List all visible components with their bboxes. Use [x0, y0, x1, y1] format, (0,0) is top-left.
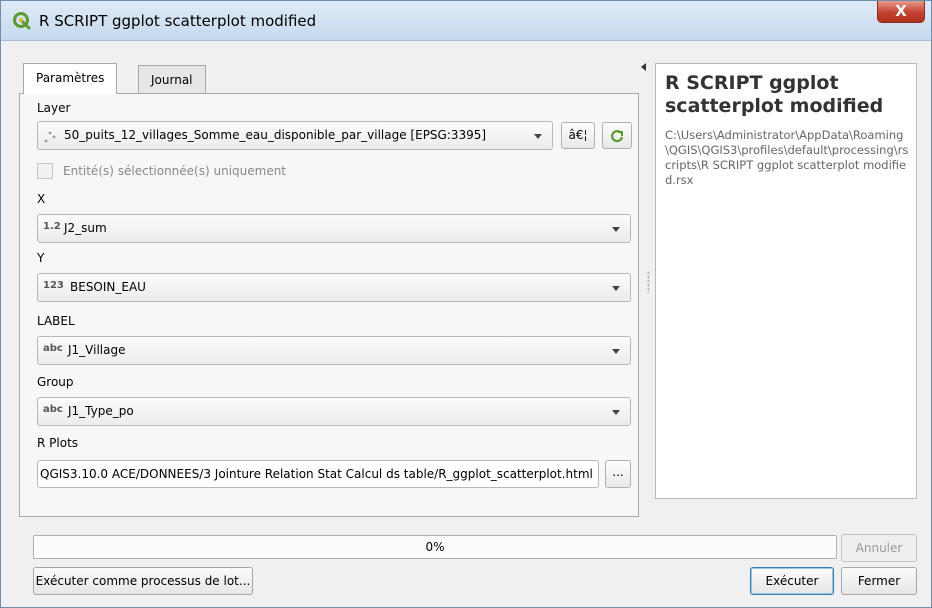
collapse-help-icon[interactable] — [641, 63, 646, 71]
progress-bar: 0% — [33, 535, 837, 559]
close-button[interactable]: Fermer — [841, 567, 917, 595]
selected-features-checkbox[interactable] — [37, 163, 53, 179]
selected-features-label: Entité(s) sélectionnée(s) uniquement — [63, 164, 287, 178]
group-field-value: J1_Type_po — [68, 404, 134, 418]
r-plots-label: R Plots — [37, 436, 79, 450]
decimal-field-icon: 1.2 — [43, 221, 61, 232]
chevron-down-icon — [534, 134, 542, 139]
group-field-combobox[interactable]: abc J1_Type_po — [37, 397, 631, 426]
help-script-path: C:\Users\Administrator\AppData\Roaming\Q… — [665, 128, 909, 187]
chevron-down-icon — [612, 227, 620, 232]
chevron-down-icon — [612, 286, 620, 291]
x-field-combobox[interactable]: 1.2 J2_sum — [37, 214, 631, 243]
iterate-features-button[interactable] — [602, 122, 632, 149]
dialog-window: R SCRIPT ggplot scatterplot modified X P… — [0, 0, 932, 608]
window-title: R SCRIPT ggplot scatterplot modified — [39, 12, 317, 30]
layer-combobox[interactable]: 50_puits_12_villages_Somme_eau_disponibl… — [37, 121, 553, 150]
cancel-button[interactable]: Annuler — [841, 534, 917, 562]
y-field-combobox[interactable]: 123 BESOIN_EAU — [37, 273, 631, 302]
text-field-icon: abc — [43, 404, 63, 415]
layer-label: Layer — [37, 101, 71, 115]
tab-journal[interactable]: Journal — [138, 65, 206, 93]
layer-value: 50_puits_12_villages_Somme_eau_disponibl… — [64, 128, 487, 142]
tab-content — [19, 93, 639, 517]
help-panel: R SCRIPT ggplot scatterplot modified C:\… — [655, 63, 917, 499]
label-field-label: LABEL — [37, 314, 75, 328]
refresh-green-icon — [610, 130, 624, 143]
help-title: R SCRIPT ggplot scatterplot modified — [665, 72, 884, 117]
label-field-combobox[interactable]: abc J1_Village — [37, 336, 631, 365]
chevron-down-icon — [612, 349, 620, 354]
qgis-logo-icon — [13, 12, 31, 30]
batch-process-button[interactable]: Exécuter comme processus de lot... — [33, 567, 253, 595]
tab-parametres[interactable]: Paramètres — [23, 63, 118, 94]
panel-splitter[interactable] — [647, 271, 650, 293]
group-label: Group — [37, 375, 74, 389]
point-layer-icon — [44, 131, 56, 143]
x-field-value: J2_sum — [64, 221, 107, 235]
browse-output-button[interactable]: ... — [605, 460, 631, 488]
text-field-icon: abc — [43, 343, 63, 354]
title-bar[interactable]: R SCRIPT ggplot scatterplot modified X — [1, 1, 931, 41]
layer-options-button[interactable]: â€¦ — [561, 122, 595, 149]
close-window-button[interactable]: X — [877, 1, 925, 23]
r-plots-output-field[interactable]: QGIS3.10.0 ACE/DONNEES/3 Jointure Relati… — [37, 460, 599, 488]
run-button[interactable]: Exécuter — [750, 567, 834, 595]
label-field-value: J1_Village — [68, 343, 126, 357]
y-field-value: BESOIN_EAU — [70, 280, 146, 294]
x-label: X — [37, 192, 46, 206]
integer-field-icon: 123 — [43, 280, 64, 291]
chevron-down-icon — [612, 410, 620, 415]
y-label: Y — [37, 251, 45, 265]
